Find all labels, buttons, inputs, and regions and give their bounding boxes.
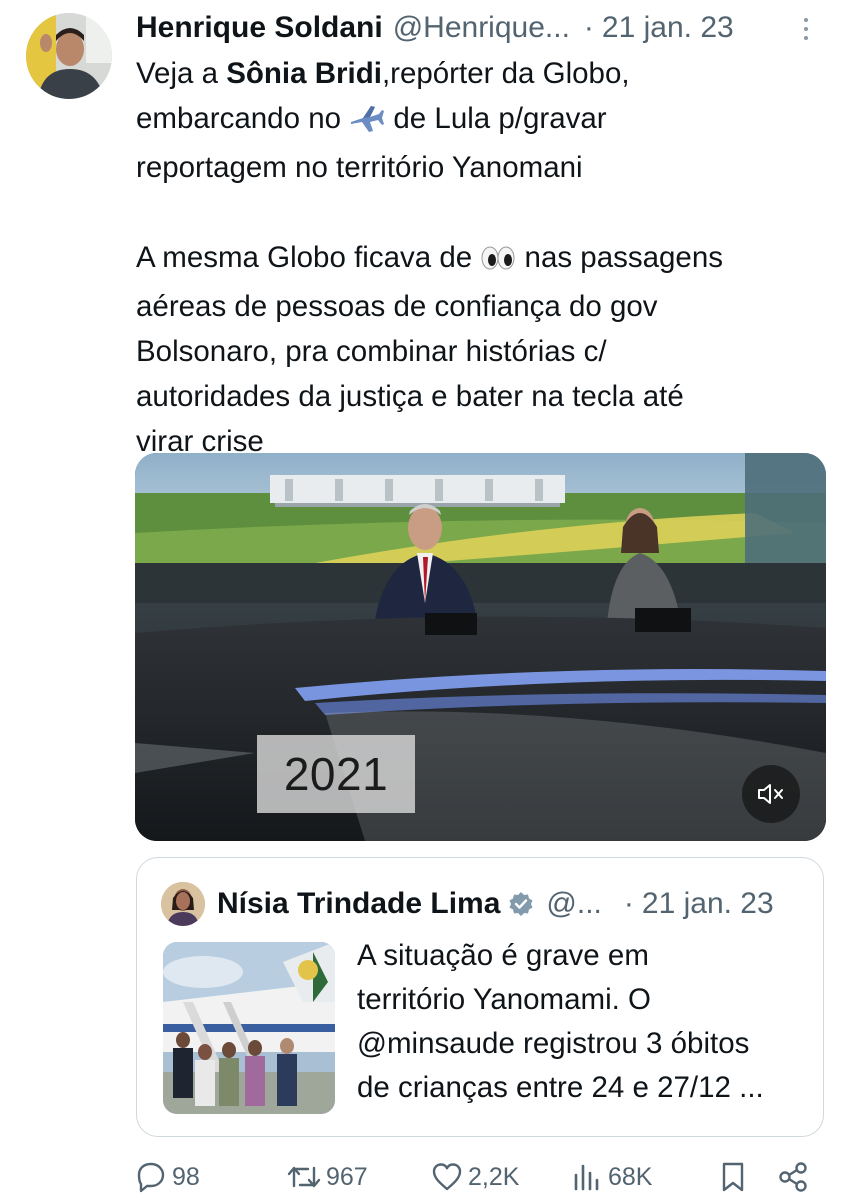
quoted-tweet-image[interactable] — [163, 942, 335, 1114]
speaker-muted-icon[interactable] — [742, 765, 800, 823]
views-button[interactable]: 68K — [570, 1154, 652, 1200]
tweet-line: aéreas de pessoas de confiança do gov — [136, 290, 658, 323]
views-count: 68K — [608, 1162, 653, 1191]
verified-badge-icon — [508, 891, 534, 917]
action-bar: 98 967 2,2K 68K — [134, 1154, 824, 1200]
tweet-line: reportagem no território Yanomani — [136, 151, 583, 184]
retweet-icon — [286, 1160, 322, 1194]
reply-button[interactable]: 98 — [134, 1154, 200, 1200]
tweet-line: Veja a Sônia Bridi,repórter da Globo, — [136, 51, 826, 96]
like-count: 2,2K — [468, 1162, 520, 1191]
like-icon — [430, 1160, 464, 1194]
text-segment: de Lula p/gravar — [385, 102, 607, 135]
quoted-line: @minsaude registrou 3 óbitos — [357, 1027, 750, 1060]
year-badge: 2021 — [257, 735, 415, 813]
text-segment: A mesma Globo ficava de — [136, 241, 481, 274]
video-player[interactable]: 2021 — [135, 453, 826, 841]
quoted-author-name[interactable]: Nísia Trindade Lima — [217, 887, 500, 921]
text-segment: embarcando no — [136, 102, 350, 135]
author-avatar[interactable] — [26, 13, 112, 99]
airplane-emoji-icon — [349, 100, 385, 145]
author-handle[interactable]: @Henrique... — [393, 11, 570, 45]
views-icon — [570, 1160, 604, 1194]
retweet-button[interactable]: 967 — [286, 1154, 368, 1200]
separator-dot: · — [623, 887, 634, 920]
author-name[interactable]: Henrique Soldani — [136, 11, 383, 45]
tweet-line: A mesma Globo ficava de nas passagens — [136, 235, 826, 284]
separator-dot: · — [583, 11, 594, 44]
share-icon — [776, 1160, 810, 1194]
retweet-count: 967 — [326, 1162, 368, 1191]
bookmark-button[interactable] — [716, 1154, 750, 1200]
bookmark-icon — [716, 1160, 750, 1194]
quoted-tweet-text: A situação é grave em território Yanomam… — [357, 934, 812, 1110]
quoted-author-avatar[interactable] — [161, 882, 205, 926]
quoted-line: território Yanomami. O — [357, 983, 652, 1016]
tweet-date[interactable]: 21 jan. 23 — [602, 11, 734, 45]
quoted-line: de crianças entre 24 e 27/12 ... — [357, 1071, 764, 1104]
quoted-tweet-date[interactable]: 21 jan. 23 — [642, 887, 774, 921]
tweet-line: Bolsonaro, pra combinar histórias c/ — [136, 335, 607, 368]
reply-icon — [134, 1160, 168, 1194]
share-button[interactable] — [776, 1154, 810, 1200]
tweet-body: Veja a Sônia Bridi,repórter da Globo, em… — [136, 51, 826, 464]
quoted-line: A situação é grave em — [357, 939, 649, 972]
reply-count: 98 — [172, 1162, 200, 1191]
text-segment: nas passagens — [516, 241, 723, 274]
tweet-line: autoridades da justiça e bater na tecla … — [136, 380, 684, 413]
tweet-line: embarcando no de Lula p/gravar — [136, 96, 826, 145]
text-segment: ,repórter da Globo, — [381, 57, 630, 90]
quoted-tweet[interactable]: Nísia Trindade Lima @... · 21 jan. 23 A … — [136, 857, 824, 1137]
like-button[interactable]: 2,2K — [430, 1154, 519, 1200]
eyes-emoji-icon — [480, 239, 516, 284]
mention-bold: Sônia Bridi — [226, 57, 382, 90]
more-options-icon[interactable] — [796, 18, 816, 48]
tweet-header: Henrique Soldani @Henrique... · 21 jan. … — [136, 8, 826, 48]
quoted-tweet-header: Nísia Trindade Lima @... · 21 jan. 23 — [217, 882, 807, 926]
text-segment: Veja a — [136, 57, 227, 90]
quoted-author-handle[interactable]: @... — [546, 887, 601, 921]
